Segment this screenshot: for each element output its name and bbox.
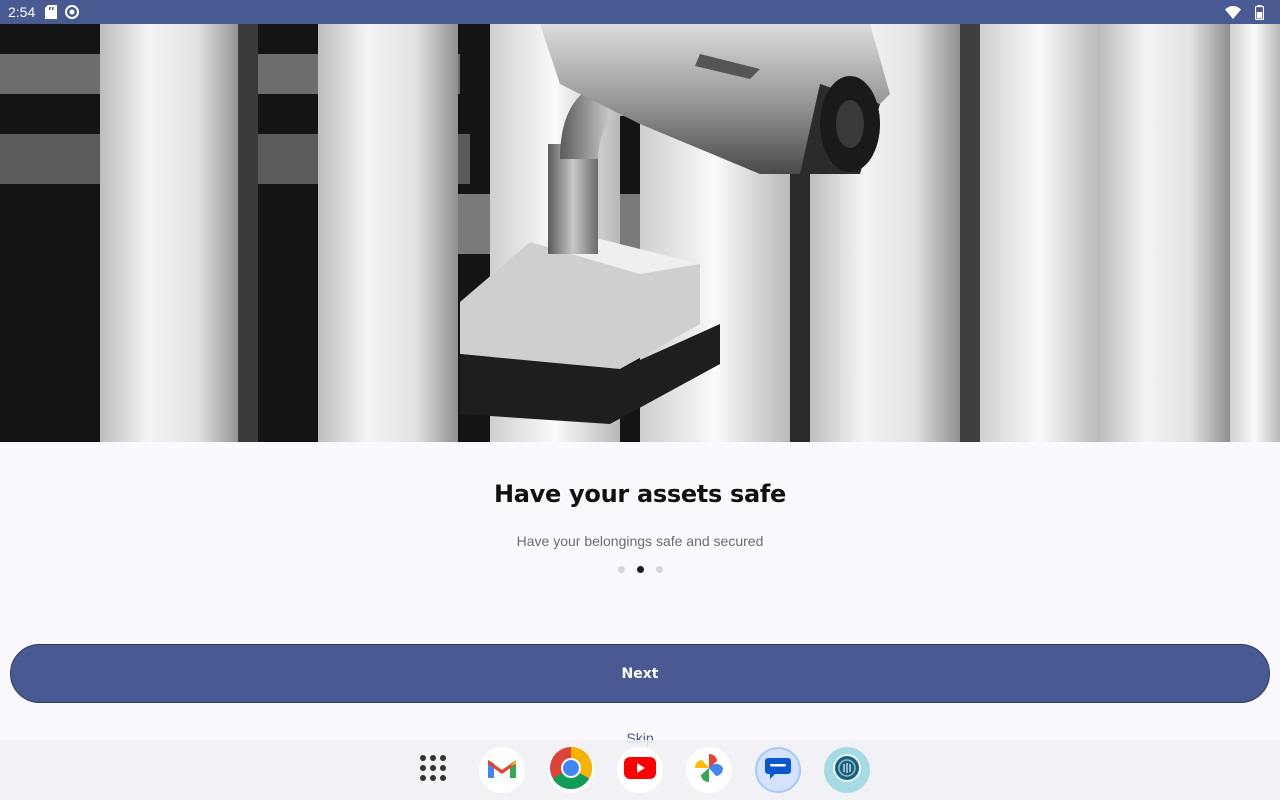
security-camera-illustration bbox=[0, 24, 1280, 442]
page-indicator-dot-1 bbox=[617, 566, 625, 573]
youtube-app[interactable] bbox=[617, 747, 663, 793]
hero-image bbox=[0, 24, 1280, 442]
messages-app[interactable] bbox=[755, 747, 801, 793]
next-button-label: Next bbox=[621, 665, 659, 682]
page-indicator-dot-3 bbox=[655, 566, 663, 573]
status-bar: 2:54 bbox=[0, 0, 1280, 24]
app-drawer-button[interactable] bbox=[410, 747, 456, 793]
photos-app[interactable] bbox=[686, 747, 732, 793]
sd-card-icon bbox=[45, 5, 58, 19]
app-shortcut[interactable] bbox=[824, 747, 870, 793]
page-indicator-dot-2-active bbox=[636, 566, 644, 573]
battery-icon bbox=[1255, 4, 1264, 20]
messages-icon bbox=[765, 756, 791, 785]
gmail-app[interactable] bbox=[479, 747, 525, 793]
gmail-icon bbox=[486, 756, 518, 785]
status-right bbox=[1225, 4, 1272, 20]
chrome-icon bbox=[549, 746, 593, 795]
app-notification-icon bbox=[65, 5, 80, 19]
grid-icon bbox=[419, 754, 447, 787]
wifi-icon bbox=[1225, 5, 1241, 19]
chrome-app[interactable] bbox=[548, 746, 594, 795]
youtube-icon bbox=[624, 756, 656, 785]
onboarding-subtitle: Have your belongings safe and secured bbox=[516, 533, 764, 549]
app-icon bbox=[828, 749, 866, 792]
onboarding-title: Have your assets safe bbox=[493, 480, 787, 508]
next-button[interactable]: Next bbox=[10, 644, 1270, 703]
page-indicator bbox=[0, 566, 1280, 573]
status-time: 2:54 bbox=[8, 4, 36, 20]
photos-icon bbox=[693, 752, 725, 789]
taskbar-dock bbox=[0, 740, 1280, 800]
